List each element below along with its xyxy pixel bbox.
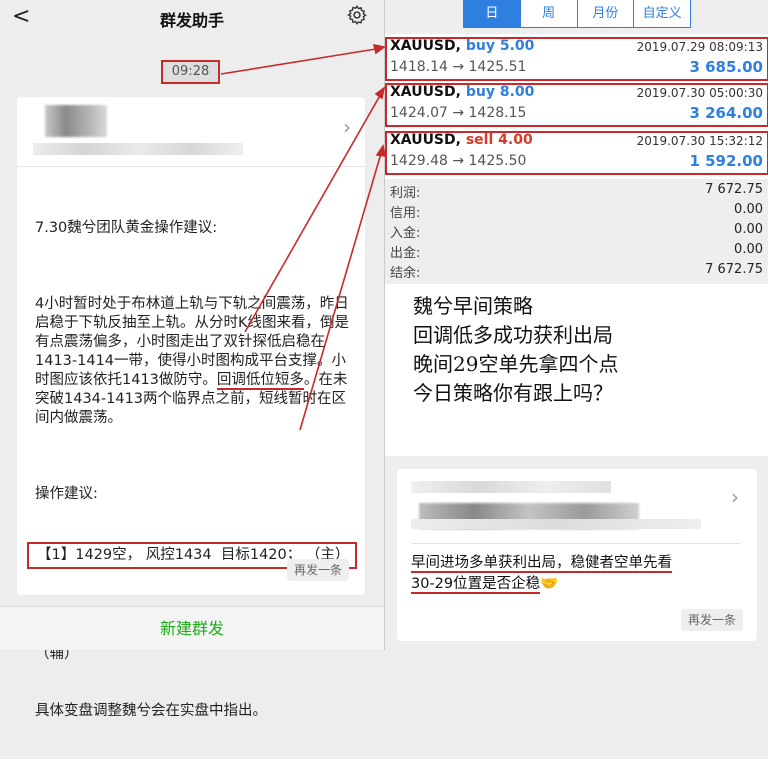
order-action: sell 4.00: [465, 132, 533, 148]
order-price: 1429.48 → 1425.50: [390, 153, 527, 169]
time-badge: 09:28: [161, 60, 220, 84]
summary-value: 0.00: [734, 222, 763, 237]
recipients-header[interactable]: ›: [17, 97, 365, 167]
blurred-avatar: [45, 105, 107, 137]
handshake-icon: 🤝: [540, 576, 559, 592]
order-date: 2019.07.30 05:00:30: [636, 86, 763, 100]
message-title: 7.30魏兮团队黄金操作建议:: [35, 220, 218, 236]
summary-value: 7 672.75: [705, 262, 763, 277]
symbol-text: XAUUSD,: [390, 84, 461, 100]
left-panel: < 群发助手 09:28 › 7.30魏兮团队黄金操作建议: 4小时暂时处于布林…: [0, 0, 384, 719]
tab-month[interactable]: 月份: [576, 0, 634, 27]
tab-week[interactable]: 周: [519, 0, 577, 27]
msg-highlight-short: 空单先看: [614, 555, 672, 573]
order-list: XAUUSD, buy 5.00 2019.07.29 08:09:13 141…: [385, 34, 768, 179]
order-date: 2019.07.30 15:32:12: [636, 134, 763, 148]
order-symbol: XAUUSD, sell 4.00: [390, 132, 533, 148]
order-price: 1418.14 → 1425.51: [390, 59, 527, 75]
message-body: 7.30魏兮团队黄金操作建议: 4小时暂时处于布林道上轨与下轨之间震荡，昨日启稳…: [27, 181, 357, 759]
advice-heading: 操作建议:: [35, 486, 98, 502]
summary-value: 0.00: [734, 242, 763, 257]
note-line: 回调低多成功获利出局: [413, 323, 613, 347]
note-line: 魏兮早间策略: [413, 294, 533, 318]
summary-label: 利润:: [390, 186, 421, 201]
new-group-button[interactable]: 新建群发: [0, 606, 384, 650]
order-row[interactable]: XAUUSD, sell 4.00 2019.07.30 15:32:12 14…: [385, 128, 768, 175]
order-row[interactable]: XAUUSD, buy 5.00 2019.07.29 08:09:13 141…: [385, 34, 768, 81]
blurred-recipients: [411, 481, 611, 493]
summary-label: 结余:: [390, 266, 421, 281]
blurred-recipients: [33, 143, 243, 155]
period-tabs: 日 周 月份 自定义: [463, 0, 691, 28]
msg-underlined: 早间进场多单获利出局，稳健者: [411, 555, 614, 573]
summary-label: 出金:: [390, 246, 421, 261]
account-summary: 利润: 7 672.75 信用: 0.00 入金: 0.00 出金: 0.00 …: [385, 180, 768, 284]
summary-label: 信用:: [390, 206, 421, 221]
summary-label: 入金:: [390, 226, 421, 241]
order-profit: 3 264.00: [689, 104, 763, 122]
order-date: 2019.07.29 08:09:13: [636, 40, 763, 54]
resend-button-2[interactable]: 再发一条: [681, 609, 743, 631]
resend-button[interactable]: 再发一条: [287, 559, 349, 581]
page-title: 群发助手: [159, 11, 224, 30]
order-symbol: XAUUSD, buy 5.00: [390, 38, 534, 54]
divider: [411, 543, 741, 544]
summary-row: 结余: 7 672.75: [385, 262, 768, 282]
tab-custom[interactable]: 自定义: [633, 0, 690, 27]
gear-icon[interactable]: [346, 4, 368, 26]
order-symbol: XAUUSD, buy 8.00: [390, 84, 534, 100]
right-panel: 日 周 月份 自定义 XAUUSD, buy 5.00 2019.07.29 0…: [384, 0, 768, 650]
nav-bar: < 群发助手: [0, 0, 384, 34]
summary-row: 出金: 0.00: [385, 242, 768, 262]
message-text: 早间进场多单获利出局，稳健者空单先看 30-29位置是否企稳🤝: [411, 553, 743, 595]
summary-value: 7 672.75: [705, 182, 763, 197]
order-price: 1424.07 → 1428.15: [390, 105, 527, 121]
advice-footer: 具体变盘调整魏兮会在实盘中指出。: [35, 703, 267, 719]
order-row[interactable]: XAUUSD, buy 8.00 2019.07.30 05:00:30 142…: [385, 80, 768, 127]
summary-row: 利润: 7 672.75: [385, 182, 768, 202]
order-profit: 1 592.00: [689, 152, 763, 170]
order-action: buy 5.00: [465, 38, 535, 54]
summary-row: 信用: 0.00: [385, 202, 768, 222]
order-action: buy 8.00: [465, 84, 535, 100]
msg-underlined-2: 30-29位置是否企稳: [411, 576, 541, 594]
note-line: 今日策略你有跟上吗？: [413, 381, 613, 405]
chevron-right-icon: ›: [731, 485, 739, 509]
highlight-long-text: 回调低位短多: [216, 372, 304, 390]
symbol-text: XAUUSD,: [390, 132, 461, 148]
blurred-recipients-2: [411, 519, 701, 529]
symbol-text: XAUUSD,: [390, 38, 461, 54]
tab-day[interactable]: 日: [464, 0, 520, 27]
message-card-2[interactable]: › 早间进场多单获利出局，稳健者空单先看 30-29位置是否企稳🤝 再发一条: [397, 469, 757, 641]
message-analysis: 4小时暂时处于布林道上轨与下轨之间震荡，昨日启稳于下轨反抽至上轨。从分时K线图来…: [35, 295, 355, 428]
summary-value: 0.00: [734, 202, 763, 217]
chevron-right-icon: ›: [343, 115, 351, 139]
note-line: 晚间29空单先拿四个点: [413, 352, 619, 376]
message-card[interactable]: › 7.30魏兮团队黄金操作建议: 4小时暂时处于布林道上轨与下轨之间震荡，昨日…: [17, 97, 365, 719]
order-profit: 3 685.00: [689, 58, 763, 76]
summary-row: 入金: 0.00: [385, 222, 768, 242]
strategy-note: 魏兮早间策略 回调低多成功获利出局 晚间29空单先拿四个点 今日策略你有跟上吗？: [385, 284, 768, 456]
